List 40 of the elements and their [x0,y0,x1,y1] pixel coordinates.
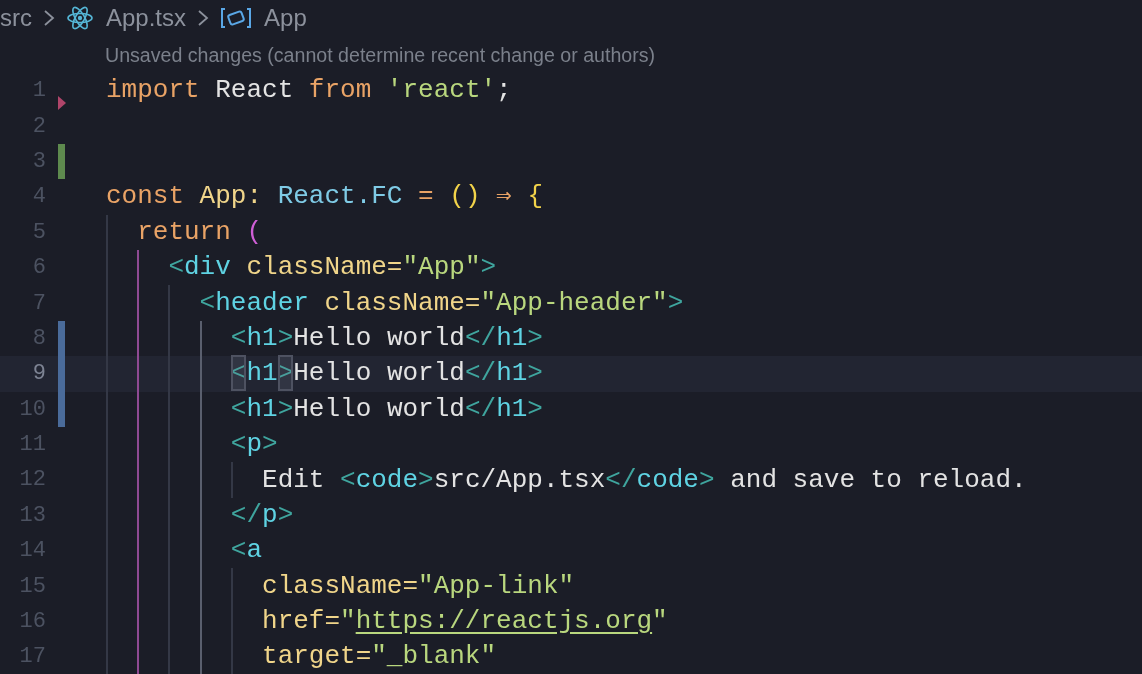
line-number: 8 [31,324,46,353]
breadcrumb-item[interactable]: src [0,0,32,36]
code-line: return ( [136,215,263,249]
line-number: 4 [31,183,46,212]
breadcrumb-item-label[interactable]: App [264,0,307,36]
chevron-right-icon [196,9,211,27]
line-number: 14 [18,537,46,566]
line-number: 5 [31,218,46,247]
line-number: 9 [31,360,46,389]
code-line: className="App-link" [261,569,575,603]
line-number: 7 [31,289,46,318]
line-number: 6 [31,254,46,283]
line-number: 3 [31,147,46,176]
code-line: const App: React.FC = () ⇒ { [106,180,543,214]
code-line: <div className="App"> [167,251,497,285]
code-line: Edit <code>src/App.tsx</code> and save to reload. [261,463,1027,497]
line-number: 2 [31,112,46,141]
code-line: <h1>Hello world</h1> [229,392,543,426]
atom-icon [66,5,94,31]
line-number: 17 [18,643,46,672]
symbol-icon [220,7,253,29]
line-number: 16 [18,608,46,637]
line-number: 11 [18,431,46,460]
code-line: target="_blank" [261,640,497,674]
code-line: <header className="App-header"> [198,286,684,320]
line-number: 12 [18,466,46,495]
code-line: import React from 'react'; [106,74,512,108]
chevron-right-icon [42,9,56,27]
code-line: href="https://reactjs.org" [261,605,668,639]
code-line: <p> [229,428,278,462]
code-line: </p> [229,498,294,532]
breadcrumb-item[interactable]: App.tsx [106,0,187,36]
line-number: 1 [31,77,46,106]
deleted-line-marker[interactable] [58,96,66,111]
line-number: 10 [18,395,46,424]
code-line: <h1>Hello world</h1> [229,321,543,355]
codelens-text[interactable]: Unsaved changes (cannot determine recent change or authors) [105,44,656,66]
line-number: 13 [18,501,46,530]
code-line: <a [229,534,263,568]
line-number: 15 [18,572,46,601]
